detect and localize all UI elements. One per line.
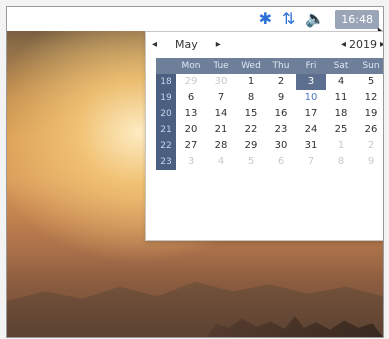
calendar-day[interactable]: 9 [356,154,383,170]
calendar-day[interactable]: 10 [296,90,326,106]
desktop-frame: ✱ ⇅ 🔈 16:48 ◂ May ▸ ◂ 2019 ▸ [6,6,384,338]
calendar-day[interactable]: 3 [176,154,206,170]
week-number: 18 [156,74,176,90]
calendar-week-row: 18 29 30 1 2 3 4 5 [156,74,383,90]
calendar-week-row: 21 20 21 22 23 24 25 26 [156,122,383,138]
calendar-day[interactable]: 29 [176,74,206,90]
weekday-header: Wed [236,58,266,74]
calendar-day[interactable]: 13 [176,106,206,122]
system-tray: ✱ ⇅ 🔈 16:48 [259,7,383,39]
calendar-day[interactable]: 23 [266,122,296,138]
calendar-week-row: 23 3 4 5 6 7 8 9 [156,154,383,170]
calendar-day[interactable]: 7 [296,154,326,170]
calendar-day[interactable]: 16 [266,106,296,122]
year-label: 2019 [348,37,377,51]
calendar-popup: ◂ May ▸ ◂ 2019 ▸ Mon Tue Wed Thu Fri Sat… [145,31,383,241]
calendar-day[interactable]: 9 [266,90,296,106]
calendar-day[interactable]: 30 [206,74,236,90]
month-selector: ◂ May ▸ [152,38,221,51]
next-month-button[interactable]: ▸ [216,39,221,50]
calendar-day[interactable]: 30 [266,138,296,154]
calendar-week-row: 20 13 14 15 16 17 18 19 [156,106,383,122]
weekday-header: Sat [326,58,356,74]
weekday-header: Tue [206,58,236,74]
calendar-day[interactable]: 21 [206,122,236,138]
calendar-header: ◂ May ▸ ◂ 2019 ▸ [146,32,383,56]
calendar-day[interactable]: 14 [206,106,236,122]
calendar-week-row: 22 27 28 29 30 31 1 2 [156,138,383,154]
calendar-day[interactable]: 12 [356,90,383,106]
calendar-day[interactable]: 8 [326,154,356,170]
calendar-day[interactable]: 22 [236,122,266,138]
calendar-grid: Mon Tue Wed Thu Fri Sat Sun 18 29 30 1 2 3 4 5 1… [156,58,383,236]
calendar-day[interactable]: 24 [296,122,326,138]
calendar-day[interactable]: 5 [236,154,266,170]
network-arrows-icon[interactable]: ⇅ [282,7,295,31]
clock-label: 16:48 [341,12,373,26]
week-number: 21 [156,122,176,138]
year-selector: ◂ 2019 ▸ [341,37,383,51]
calendar-week-row: 19 6 7 8 9 10 11 12 [156,90,383,106]
volume-icon[interactable]: 🔈 [305,7,325,31]
clock-button[interactable]: 16:48 [335,9,383,39]
calendar-day[interactable]: 17 [296,106,326,122]
bluetooth-icon[interactable]: ✱ [259,7,272,31]
prev-year-button[interactable]: ◂ [341,39,346,50]
calendar-day[interactable]: 25 [326,122,356,138]
calendar-day[interactable]: 6 [176,90,206,106]
calendar-day[interactable]: 4 [326,74,356,90]
week-number: 19 [156,90,176,106]
weekday-header: Sun [356,58,383,74]
week-number: 23 [156,154,176,170]
calendar-day[interactable]: 18 [326,106,356,122]
calendar-day[interactable]: 26 [356,122,383,138]
calendar-day[interactable]: 6 [266,154,296,170]
prev-month-button[interactable]: ◂ [152,39,157,50]
top-panel: ✱ ⇅ 🔈 16:48 [7,7,383,39]
calendar-day[interactable]: 8 [236,90,266,106]
week-number: 20 [156,106,176,122]
calendar-day[interactable]: 20 [176,122,206,138]
calendar-day[interactable]: 1 [326,138,356,154]
calendar-day[interactable]: 4 [206,154,236,170]
week-number-corner [156,58,176,74]
calendar-day[interactable]: 31 [296,138,326,154]
calendar-day[interactable]: 28 [206,138,236,154]
calendar-day[interactable]: 2 [356,138,383,154]
calendar-day[interactable]: 27 [176,138,206,154]
calendar-day[interactable]: 19 [356,106,383,122]
calendar-day[interactable]: 2 [266,74,296,90]
week-number: 22 [156,138,176,154]
calendar-day[interactable]: 5 [356,74,383,90]
calendar-day[interactable]: 1 [236,74,266,90]
calendar-day[interactable]: 15 [236,106,266,122]
calendar-day-selected[interactable]: 3 [296,74,326,90]
calendar-day[interactable]: 29 [236,138,266,154]
next-year-button[interactable]: ▸ [380,39,383,50]
weekday-header: Fri [296,58,326,74]
month-label: May [175,37,198,51]
weekday-header: Thu [266,58,296,74]
weekday-header: Mon [176,58,206,74]
calendar-day[interactable]: 11 [326,90,356,106]
weekday-header-row: Mon Tue Wed Thu Fri Sat Sun [156,58,383,74]
calendar-day[interactable]: 7 [206,90,236,106]
